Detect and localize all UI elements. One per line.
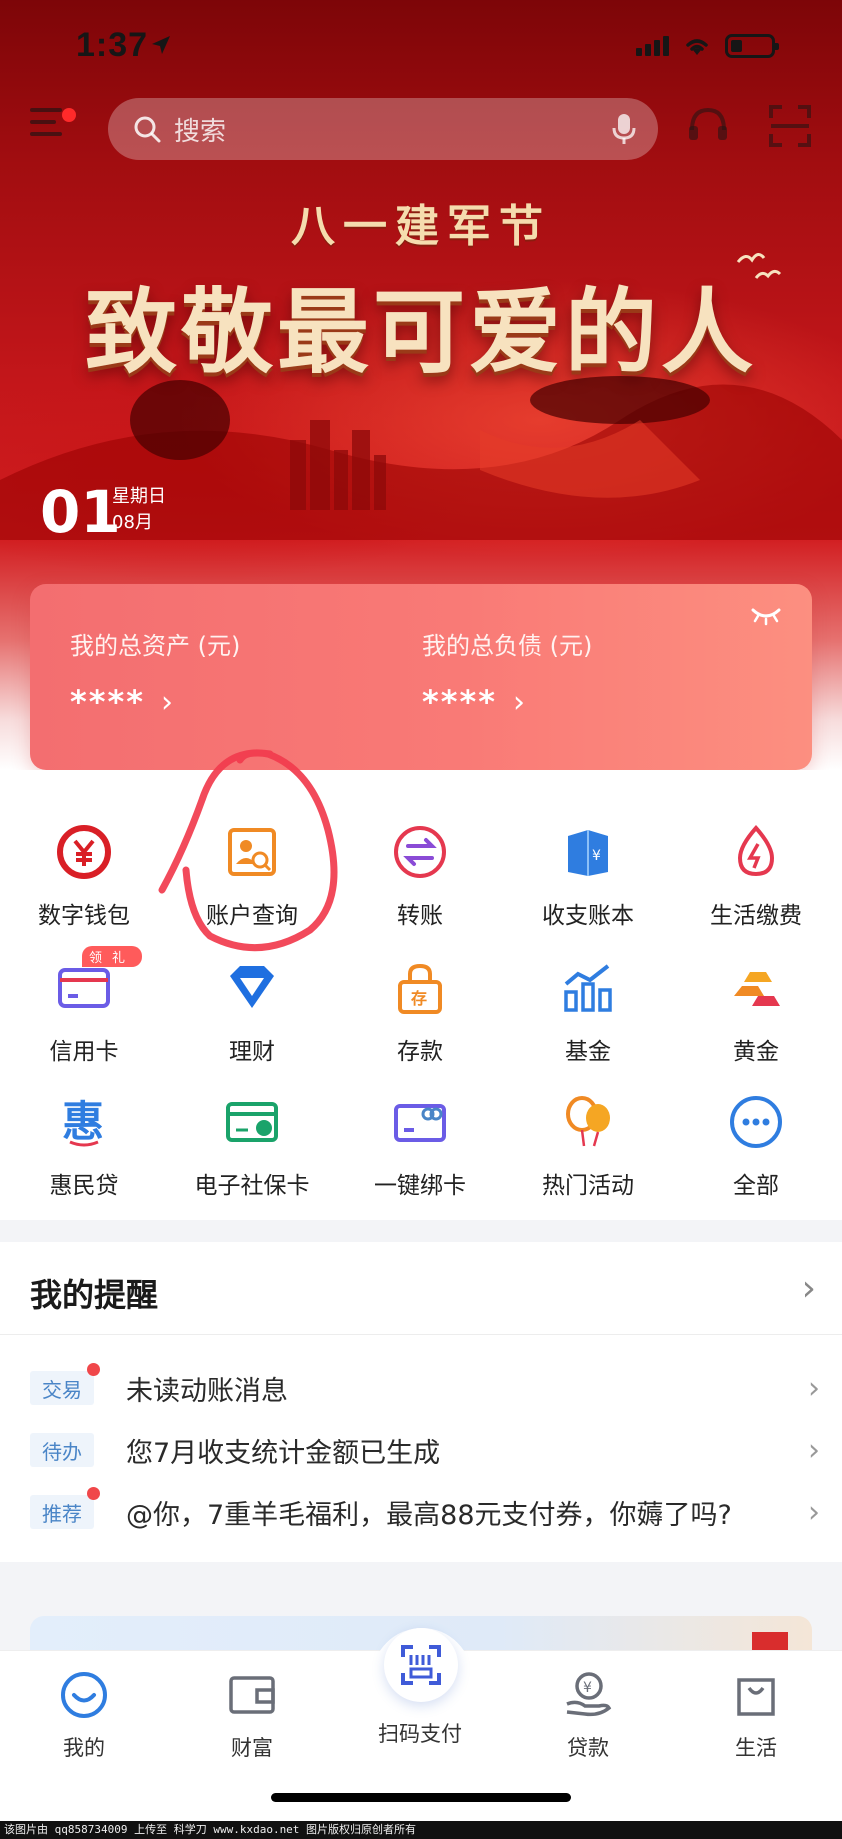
gold-bars-icon [734,972,780,1006]
reminder-row[interactable]: 交易 未读动账消息 › [30,1363,820,1408]
reminder-tag: 推荐 [30,1487,100,1529]
battery-icon [725,34,779,58]
customer-service-icon[interactable] [686,104,730,148]
microphone-icon[interactable] [610,112,638,146]
home-indicator[interactable] [271,1793,571,1802]
total-liabilities-label: 我的总负债 (元) [422,632,593,660]
tab-loan[interactable]: ¥ 贷款 [528,1670,648,1762]
tab-scan-pay[interactable]: 扫码支付 [360,1710,480,1748]
grid-item-social-security-card[interactable]: 电子社保卡 [168,1090,336,1200]
status-time: 1:37 [76,26,149,64]
reminder-row[interactable]: 推荐 @你，7重羊毛福利，最高88元支付券，你薅了吗? › [30,1487,820,1532]
chevron-right-icon: › [808,1432,820,1468]
cellular-signal-icon [636,36,669,56]
gift-badge: 领礼 [82,946,143,967]
digital-yuan-icon [57,825,111,879]
grid-item-fund[interactable]: 基金 [504,956,672,1066]
huimin-loan-icon: 惠 [62,1097,104,1147]
bill-payment-icon [737,824,775,877]
search-placeholder: 搜索 [174,116,227,147]
watermark-text: 该图片由 qq858734009 上传至 科学刀 www.kxdao.net 图… [0,1821,842,1839]
transfer-icon [394,826,446,878]
grid-item-hot-events[interactable]: 热门活动 [504,1090,672,1200]
annotation-circle [158,749,338,952]
search-icon [134,116,161,143]
credit-card-icon [58,968,110,1008]
loan-hand-icon: ¥ [566,1672,612,1717]
banner-title: 致敬最可爱的人 [84,278,757,386]
ledger-icon: ¥ [568,830,608,876]
svg-text:存: 存 [411,989,427,1008]
reminders-title: 我的提醒 [30,1276,159,1314]
fund-chart-icon [564,964,612,1012]
total-assets[interactable]: 我的总资产 (元) **** › [70,626,240,721]
total-assets-label: 我的总资产 (元) [70,632,241,660]
unread-dot [87,1363,100,1376]
reminder-text: @你，7重羊毛福利，最高88元支付券，你薅了吗? [126,1499,732,1531]
date-month: 08月 [112,512,153,533]
doves-icon [736,253,782,279]
balloons-icon [566,1096,610,1147]
scan-icon[interactable] [768,104,812,148]
bind-card-icon [394,1104,446,1142]
wallet-icon [229,1676,275,1714]
tab-wealth[interactable]: 财富 [192,1670,312,1762]
svg-text:惠: 惠 [62,1097,104,1146]
grid-item-digital-wallet[interactable]: 数字钱包 [0,820,168,930]
shopping-bag-icon [737,1678,775,1716]
grid-item-transfer[interactable]: 转账 [336,820,504,930]
reminder-tag: 待办 [30,1433,94,1467]
eye-closed-icon[interactable] [750,604,782,626]
chevron-right-icon: › [512,684,527,720]
location-arrow-icon [152,36,170,54]
grid-item-deposit[interactable]: 存 存款 [336,956,504,1066]
grid-item-bill-payment[interactable]: 生活缴费 [672,820,840,930]
grid-item-wealth[interactable]: 理财 [168,956,336,1066]
banner-subtitle: 八一建军节 [291,201,551,252]
total-liabilities-value: **** [422,683,497,721]
reminders-panel: 我的提醒 › 交易 未读动账消息 › 待办 您7月收支统计金额已生成 › 推荐 … [0,1242,842,1562]
svg-text:¥: ¥ [592,848,601,864]
grid-item-huimin-loan[interactable]: 惠 惠民贷 [0,1090,168,1200]
unread-dot [87,1487,100,1500]
scan-pay-icon [401,1645,441,1685]
service-grid: 数字钱包 账户查询 转账 ¥ 收支账本 生活缴费 信用卡 理财 存 存款 基金 … [0,770,842,1220]
chevron-right-icon: › [160,684,175,720]
deposit-lock-icon: 存 [398,963,442,1014]
status-indicators [636,34,779,58]
social-security-card-icon [226,1102,278,1142]
grid-item-credit-card[interactable]: 信用卡 [0,956,168,1066]
date-weekday: 星期日 [112,486,166,507]
search-input[interactable]: 搜索 [108,98,658,160]
grid-item-gold[interactable]: 黄金 [672,956,840,1066]
date-day: 01 [40,478,121,546]
grid-item-ledger[interactable]: ¥ 收支账本 [504,820,672,930]
scan-pay-button[interactable] [384,1628,458,1702]
reminder-tag: 交易 [30,1363,100,1405]
tab-mine[interactable]: 我的 [24,1670,144,1762]
chevron-right-icon: › [808,1370,820,1406]
notification-dot [62,108,76,122]
chevron-right-icon: › [808,1494,820,1530]
asset-card: 我的总资产 (元) **** › 我的总负债 (元) **** › [30,584,812,770]
svg-text:¥: ¥ [583,1680,592,1696]
total-assets-value: **** [70,683,145,721]
chevron-right-icon[interactable]: › [802,1268,816,1309]
grid-item-bind-card[interactable]: 一键绑卡 [336,1090,504,1200]
wifi-icon [686,39,708,55]
reminder-text: 您7月收支统计金额已生成 [126,1437,441,1469]
profile-smile-icon [61,1672,107,1718]
tab-life[interactable]: 生活 [696,1670,816,1762]
grid-item-all[interactable]: 全部 [672,1090,840,1200]
divider [0,1334,842,1335]
reminder-row[interactable]: 待办 您7月收支统计金额已生成 › [30,1430,820,1470]
reminder-text: 未读动账消息 [126,1375,288,1407]
total-liabilities[interactable]: 我的总负债 (元) **** › [422,626,592,721]
more-dots-icon [730,1096,782,1148]
